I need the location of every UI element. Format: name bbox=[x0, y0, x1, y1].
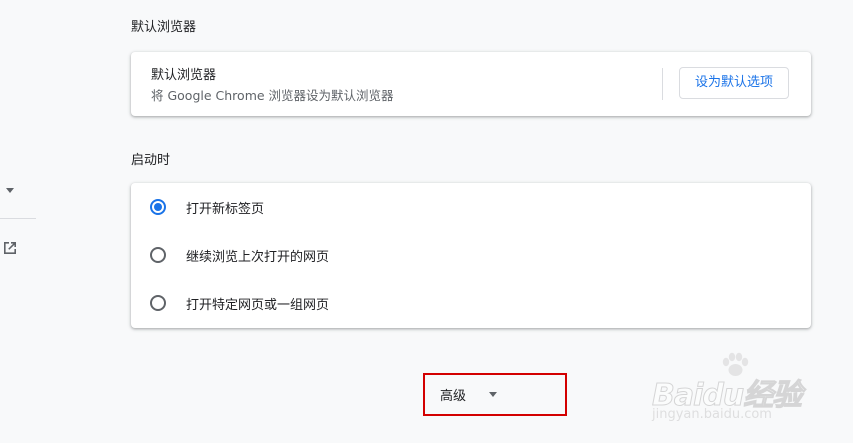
radio-button[interactable] bbox=[150, 295, 166, 311]
watermark-url: jingyan.baidu.com bbox=[652, 407, 772, 422]
startup-option-label: 打开新标签页 bbox=[186, 202, 265, 217]
on-startup-card: 打开新标签页 继续浏览上次打开的网页 打开特定网页或一组网页 bbox=[131, 183, 811, 328]
advanced-label: 高级 bbox=[440, 389, 467, 404]
open-in-new-icon[interactable] bbox=[2, 240, 18, 256]
startup-option-specific-pages[interactable]: 打开特定网页或一组网页 bbox=[131, 279, 811, 327]
radio-button[interactable] bbox=[150, 247, 166, 263]
vertical-separator bbox=[662, 68, 663, 100]
default-browser-card: 默认浏览器 将 Google Chrome 浏览器设为默认浏览器 设为默认选项 bbox=[131, 52, 811, 116]
baidu-jingyan-watermark: Baidu经验 jingyan.baidu.com bbox=[648, 350, 848, 430]
default-browser-title: 默认浏览器 bbox=[151, 68, 217, 83]
startup-option-label: 继续浏览上次打开的网页 bbox=[186, 250, 330, 265]
startup-option-continue[interactable]: 继续浏览上次打开的网页 bbox=[131, 231, 811, 279]
radio-button-checked[interactable] bbox=[150, 199, 166, 215]
on-startup-heading: 启动时 bbox=[131, 153, 171, 168]
left-nav-divider bbox=[0, 218, 36, 219]
startup-option-new-tab[interactable]: 打开新标签页 bbox=[131, 183, 811, 231]
advanced-settings-toggle[interactable]: 高级 bbox=[423, 373, 567, 416]
make-default-button[interactable]: 设为默认选项 bbox=[679, 67, 789, 99]
left-nav-strip bbox=[0, 0, 40, 443]
arrow-drop-down-icon bbox=[489, 392, 497, 397]
startup-option-label: 打开特定网页或一组网页 bbox=[186, 298, 330, 313]
arrow-drop-down-icon[interactable] bbox=[6, 188, 14, 193]
default-browser-heading: 默认浏览器 bbox=[131, 20, 197, 35]
default-browser-description: 将 Google Chrome 浏览器设为默认浏览器 bbox=[151, 88, 394, 103]
